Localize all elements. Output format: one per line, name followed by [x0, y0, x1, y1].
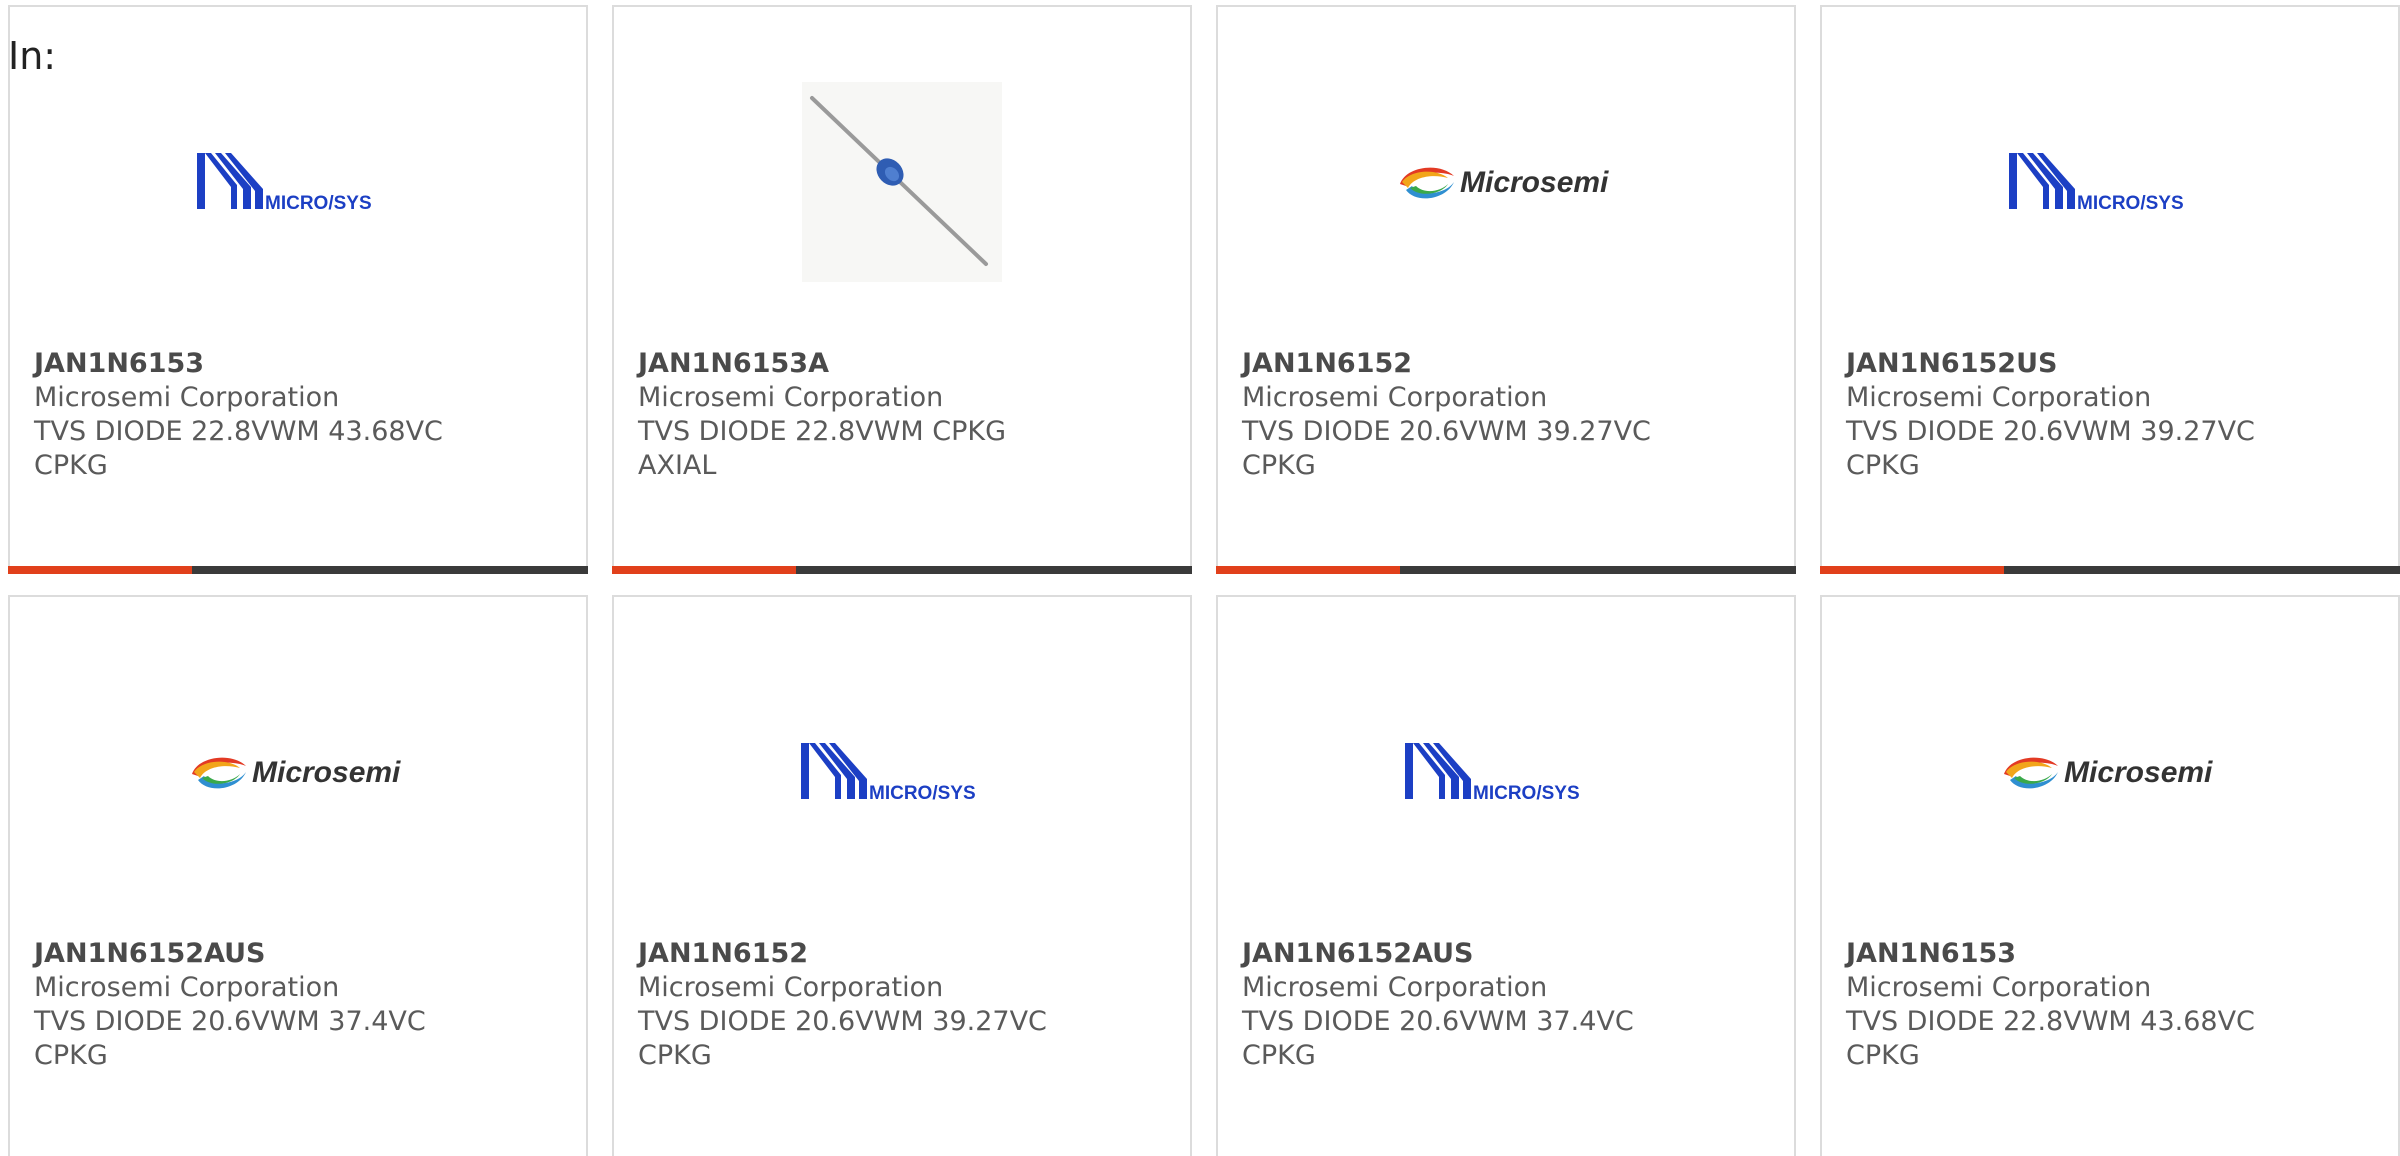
part-number-link[interactable]: JAN1N6152AUS: [34, 937, 474, 971]
microsemi-logo: Microsemi: [2004, 756, 2213, 789]
product-card[interactable]: MICRO/SYS JAN1N6152AUS Microsemi Corpora…: [1216, 595, 1796, 1156]
manufacturer-name: Microsemi Corporation: [1242, 382, 1548, 413]
product-card[interactable]: MICRO/SYS JAN1N6152 Microsemi Corporatio…: [612, 595, 1192, 1156]
product-card[interactable]: Microsemi JAN1N6152 Microsemi Corporatio…: [1216, 5, 1796, 574]
manufacturer-name: Microsemi Corporation: [638, 382, 944, 413]
product-image[interactable]: MICRO/SYS: [1822, 77, 2398, 287]
microsys-logo: MICRO/SYS: [193, 149, 403, 215]
product-card[interactable]: Microsemi JAN1N6153 Microsemi Corporatio…: [1820, 595, 2400, 1156]
product-description: TVS DIODE 20.6VWM 37.4VC CPKG: [34, 1006, 426, 1071]
svg-text:MICRO/SYS: MICRO/SYS: [2077, 193, 2184, 214]
product-description: TVS DIODE 22.8VWM 43.68VC CPKG: [34, 416, 443, 481]
card-accent-bar: [1216, 566, 1400, 574]
svg-text:MICRO/SYS: MICRO/SYS: [265, 193, 372, 214]
product-card[interactable]: MICRO/SYS JAN1N6152US Microsemi Corporat…: [1820, 5, 2400, 574]
product-info: JAN1N6153 Microsemi Corporation TVS DIOD…: [1846, 937, 2286, 1073]
manufacturer-name: Microsemi Corporation: [34, 382, 340, 413]
card-bottom-bar: [8, 566, 588, 574]
card-bottom-bar: [1216, 566, 1796, 574]
manufacturer-name: Microsemi Corporation: [1242, 972, 1548, 1003]
product-info: JAN1N6152 Microsemi Corporation TVS DIOD…: [638, 937, 1078, 1073]
product-description: TVS DIODE 20.6VWM 39.27VC CPKG: [1242, 416, 1651, 481]
card-accent-bar: [8, 566, 192, 574]
part-number-link[interactable]: JAN1N6153A: [638, 347, 1078, 381]
product-grid: MICRO/SYS JAN1N6153 Microsemi Corporatio…: [8, 5, 2400, 1156]
product-image[interactable]: [614, 77, 1190, 287]
card-bottom-bar: [612, 566, 1192, 574]
microsys-logo: MICRO/SYS: [2005, 149, 2215, 215]
svg-text:MICRO/SYS: MICRO/SYS: [869, 783, 976, 804]
part-number-link[interactable]: JAN1N6152: [638, 937, 1078, 971]
card-accent-bar: [612, 566, 796, 574]
microsemi-logo: Microsemi: [192, 756, 401, 789]
card-accent-bar: [1820, 566, 2004, 574]
manufacturer-name: Microsemi Corporation: [1846, 972, 2152, 1003]
product-image[interactable]: Microsemi: [1822, 667, 2398, 877]
product-info: JAN1N6153A Microsemi Corporation TVS DIO…: [638, 347, 1078, 483]
product-description: TVS DIODE 20.6VWM 37.4VC CPKG: [1242, 1006, 1634, 1071]
product-image[interactable]: MICRO/SYS: [10, 77, 586, 287]
manufacturer-name: Microsemi Corporation: [34, 972, 340, 1003]
microsemi-logo: Microsemi: [1400, 166, 1609, 199]
svg-text:Microsemi: Microsemi: [2064, 756, 2213, 789]
manufacturer-name: Microsemi Corporation: [1846, 382, 2152, 413]
part-number-link[interactable]: JAN1N6152AUS: [1242, 937, 1682, 971]
microsys-logo: MICRO/SYS: [1401, 739, 1611, 805]
svg-text:MICRO/SYS: MICRO/SYS: [1473, 783, 1580, 804]
microsys-logo: MICRO/SYS: [797, 739, 1007, 805]
product-description: TVS DIODE 22.8VWM 43.68VC CPKG: [1846, 1006, 2255, 1071]
part-number-link[interactable]: JAN1N6152: [1242, 347, 1682, 381]
product-info: JAN1N6152AUS Microsemi Corporation TVS D…: [34, 937, 474, 1073]
product-info: JAN1N6153 Microsemi Corporation TVS DIOD…: [34, 347, 474, 483]
part-number-link[interactable]: JAN1N6152US: [1846, 347, 2286, 381]
part-number-link[interactable]: JAN1N6153: [1846, 937, 2286, 971]
section-heading: In:: [8, 34, 57, 78]
product-image[interactable]: MICRO/SYS: [1218, 667, 1794, 877]
product-card[interactable]: MICRO/SYS JAN1N6153 Microsemi Corporatio…: [8, 5, 588, 574]
product-listing-page: In: MICRO/SYS JAN1N6153 Microsemi Corpor…: [0, 0, 2400, 1156]
product-description: TVS DIODE 22.8VWM CPKG AXIAL: [638, 416, 1007, 481]
card-bottom-bar: [1820, 566, 2400, 574]
manufacturer-name: Microsemi Corporation: [638, 972, 944, 1003]
product-card[interactable]: Microsemi JAN1N6152AUS Microsemi Corpora…: [8, 595, 588, 1156]
product-image[interactable]: Microsemi: [1218, 77, 1794, 287]
axial-diode-photo: [802, 82, 1002, 282]
svg-text:Microsemi: Microsemi: [1460, 166, 1609, 199]
product-image[interactable]: Microsemi: [10, 667, 586, 877]
svg-text:Microsemi: Microsemi: [252, 756, 401, 789]
product-description: TVS DIODE 20.6VWM 39.27VC CPKG: [1846, 416, 2255, 481]
product-image[interactable]: MICRO/SYS: [614, 667, 1190, 877]
product-description: TVS DIODE 20.6VWM 39.27VC CPKG: [638, 1006, 1047, 1071]
product-info: JAN1N6152 Microsemi Corporation TVS DIOD…: [1242, 347, 1682, 483]
product-info: JAN1N6152AUS Microsemi Corporation TVS D…: [1242, 937, 1682, 1073]
product-info: JAN1N6152US Microsemi Corporation TVS DI…: [1846, 347, 2286, 483]
part-number-link[interactable]: JAN1N6153: [34, 347, 474, 381]
product-card[interactable]: JAN1N6153A Microsemi Corporation TVS DIO…: [612, 5, 1192, 574]
